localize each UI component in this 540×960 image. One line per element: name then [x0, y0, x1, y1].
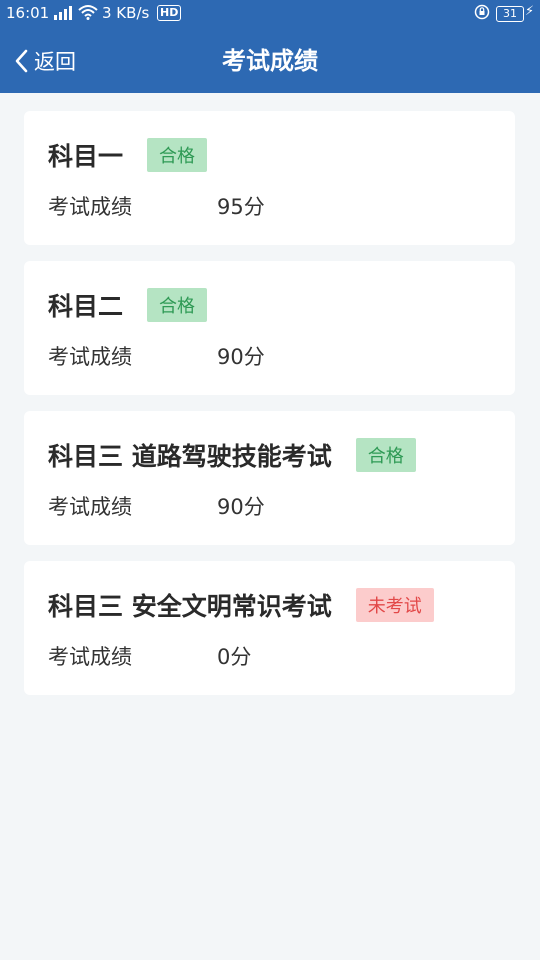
alarm-icon — [474, 4, 490, 24]
score-value: 90分 — [217, 345, 265, 369]
battery-icon: 31 — [496, 6, 524, 22]
score-value: 95分 — [217, 195, 265, 219]
status-badge: 未考试 — [355, 588, 434, 622]
result-card[interactable]: 科目三 安全文明常识考试 未考试 考试成绩 0分 — [24, 561, 515, 695]
score-label: 考试成绩 — [48, 195, 132, 219]
app-header: 16:01 3 KB/s HD 31 ⚡ 返回 考试成绩 — [0, 0, 540, 93]
score-value: 90分 — [217, 495, 265, 519]
score-label: 考试成绩 — [48, 645, 132, 669]
status-badge: 合格 — [147, 288, 208, 322]
subject-title: 科目二 — [48, 292, 124, 321]
result-card[interactable]: 科目三 道路驾驶技能考试 合格 考试成绩 90分 — [24, 411, 515, 545]
status-bar: 16:01 3 KB/s HD 31 ⚡ — [0, 0, 540, 28]
status-badge: 合格 — [355, 438, 416, 472]
hd-icon: HD — [157, 5, 182, 21]
status-badge: 合格 — [147, 138, 208, 172]
page-title: 考试成绩 — [222, 47, 318, 75]
result-card[interactable]: 科目二 合格 考试成绩 90分 — [24, 261, 515, 395]
score-label: 考试成绩 — [48, 345, 132, 369]
charging-icon: ⚡ — [525, 4, 535, 19]
network-speed: 3 KB/s — [102, 4, 150, 22]
result-list: 科目一 合格 考试成绩 95分 科目二 合格 考试成绩 90分 科目三 道路驾驶… — [24, 111, 515, 711]
subject-title: 科目一 — [48, 142, 124, 171]
subject-title: 科目三 道路驾驶技能考试 — [48, 442, 332, 471]
score-label: 考试成绩 — [48, 495, 132, 519]
score-value: 0分 — [217, 645, 252, 669]
cell-signal-icon — [54, 6, 72, 20]
status-time: 16:01 — [6, 4, 50, 22]
result-card[interactable]: 科目一 合格 考试成绩 95分 — [24, 111, 515, 245]
wifi-icon — [78, 4, 98, 24]
subject-title: 科目三 安全文明常识考试 — [48, 592, 332, 621]
